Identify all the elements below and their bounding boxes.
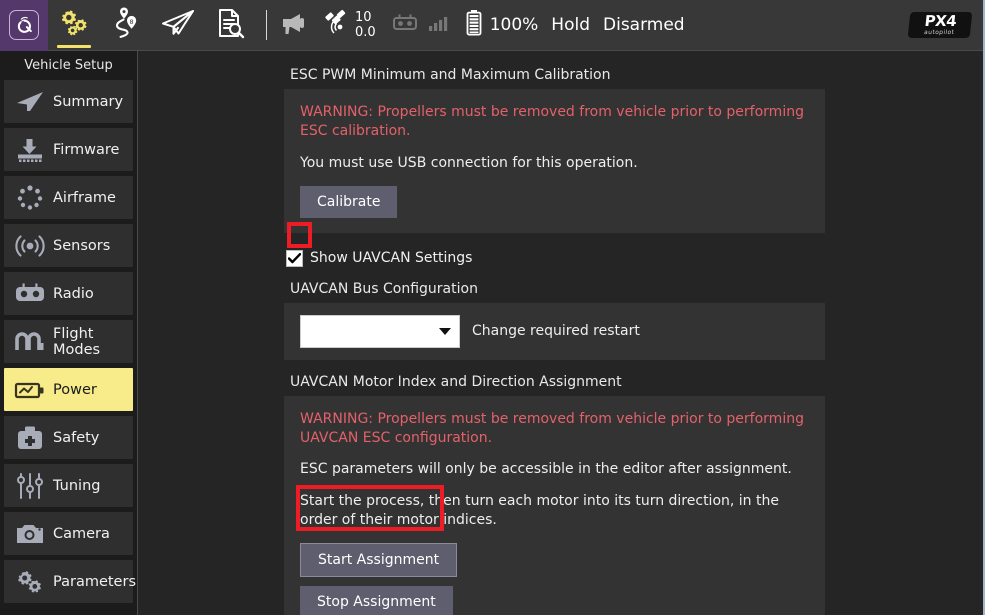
- toolbar-tab-fly[interactable]: [152, 0, 204, 51]
- rc-transmitter-icon: [392, 13, 418, 37]
- main-toolbar: 8: [0, 0, 983, 51]
- sidebar-item-airframe[interactable]: Airframe: [4, 176, 133, 219]
- qgroundcontrol-window: 8: [0, 0, 985, 615]
- toolbar-tab-analyze[interactable]: [204, 0, 256, 51]
- uavcan-bus-panel: Change required restart: [284, 303, 825, 360]
- show-uavcan-settings-label: Show UAVCAN Settings: [310, 250, 472, 266]
- battery-icon: [466, 9, 482, 41]
- signal-indicator[interactable]: [428, 0, 450, 51]
- flightmodes-icon: [13, 327, 47, 357]
- esc-section-title: ESC PWM Minimum and Maximum Calibration: [290, 67, 983, 83]
- toolbar-tab-plan[interactable]: 8: [100, 0, 152, 51]
- px4-logo-text: PX4: [924, 14, 957, 29]
- analyze-document-icon: [214, 7, 246, 43]
- motor-info-text-1: ESC parameters will only be accessible i…: [300, 460, 809, 479]
- gps-indicator[interactable]: 10 0.0: [323, 0, 376, 51]
- battery-percent: 100%: [490, 15, 539, 35]
- sidebar-item-parameters[interactable]: Parameters: [4, 560, 133, 603]
- sidebar-label-tuning: Tuning: [53, 478, 100, 494]
- gps-hdop: 0.0: [355, 26, 376, 40]
- gears-icon: [13, 567, 47, 597]
- signal-bars-icon: [428, 14, 450, 36]
- fly-paperplane-icon: [160, 8, 196, 42]
- sidebar-title: Vehicle Setup: [0, 55, 137, 80]
- sidebar-item-camera[interactable]: Camera: [4, 512, 133, 555]
- chevron-down-icon: [439, 328, 451, 335]
- vehicle-setup-sidebar: Vehicle Setup Summary Firmware: [0, 51, 138, 615]
- megaphone-icon: [279, 10, 309, 40]
- airframe-icon: [13, 183, 47, 213]
- gps-values: 10 0.0: [355, 11, 376, 39]
- toolbar-tab-settings[interactable]: [48, 0, 100, 51]
- sidebar-item-radio[interactable]: Radio: [4, 272, 133, 315]
- sidebar-item-firmware[interactable]: Firmware: [4, 128, 133, 171]
- sidebar-item-tuning[interactable]: Tuning: [4, 464, 133, 507]
- sidebar-label-sensors: Sensors: [53, 238, 110, 254]
- download-chip-icon: [13, 135, 47, 165]
- esc-info-text: You must use USB connection for this ope…: [300, 154, 809, 173]
- arm-state-label[interactable]: Disarmed: [603, 15, 685, 35]
- satellite-icon: [323, 9, 351, 41]
- px4-autopilot-logo: PX4 autopilot: [908, 12, 973, 38]
- sidebar-label-summary: Summary: [53, 94, 123, 110]
- sidebar-label-camera: Camera: [53, 526, 110, 542]
- sidebar-label-firmware: Firmware: [53, 142, 119, 158]
- checkmark-icon: [288, 253, 301, 264]
- sidebar-label-parameters: Parameters: [53, 574, 136, 590]
- battery-indicator[interactable]: 100%: [466, 0, 539, 51]
- flight-mode-label[interactable]: Hold: [551, 15, 590, 35]
- sliders-icon: [13, 471, 47, 501]
- motor-warning-text: WARNING: Propellers must be removed from…: [300, 410, 809, 448]
- bus-config-title: UAVCAN Bus Configuration: [290, 281, 983, 297]
- px4-logo-subtext: autopilot: [924, 30, 955, 36]
- radio-icon: [13, 279, 47, 309]
- sidebar-item-power[interactable]: Power: [4, 368, 133, 411]
- qgroundcontrol-logo-icon: [9, 10, 39, 40]
- show-uavcan-settings-checkbox[interactable]: [286, 250, 303, 267]
- sidebar-label-flight-modes: Flight Modes: [53, 326, 133, 358]
- sensors-icon: [13, 231, 47, 261]
- stop-assignment-button[interactable]: Stop Assignment: [300, 586, 453, 615]
- sidebar-item-summary[interactable]: Summary: [4, 80, 133, 123]
- sidebar-item-flight-modes[interactable]: Flight Modes: [4, 320, 133, 363]
- uavcan-motor-panel: WARNING: Propellers must be removed from…: [284, 396, 825, 615]
- sidebar-label-safety: Safety: [53, 430, 99, 446]
- camera-icon: [13, 519, 47, 549]
- gps-satellite-count: 10: [355, 11, 376, 25]
- app-logo-button[interactable]: [0, 0, 48, 51]
- uavcan-bus-dropdown[interactable]: [300, 315, 460, 348]
- esc-warning-text: WARNING: Propellers must be removed from…: [300, 103, 809, 141]
- safety-kit-icon: [13, 423, 47, 453]
- start-assignment-button[interactable]: Start Assignment: [300, 543, 457, 577]
- paperplane-icon: [13, 87, 47, 117]
- rc-indicator[interactable]: [392, 0, 418, 51]
- sidebar-item-sensors[interactable]: Sensors: [4, 224, 133, 267]
- sidebar-item-safety[interactable]: Safety: [4, 416, 133, 459]
- plan-waypoints-icon: 8: [109, 7, 143, 43]
- battery-power-icon: [13, 375, 47, 405]
- show-uavcan-settings-row[interactable]: Show UAVCAN Settings: [286, 250, 983, 267]
- calibrate-button[interactable]: Calibrate: [300, 186, 397, 218]
- motor-section-title: UAVCAN Motor Index and Direction Assignm…: [290, 374, 983, 390]
- sidebar-label-radio: Radio: [53, 286, 94, 302]
- toolbar-separator: [266, 10, 267, 40]
- sidebar-label-airframe: Airframe: [53, 190, 116, 206]
- sidebar-label-power: Power: [53, 382, 97, 398]
- message-indicator[interactable]: [279, 0, 309, 51]
- bus-config-note: Change required restart: [472, 323, 640, 339]
- svg-text:8: 8: [130, 18, 134, 26]
- motor-info-text-2: Start the process, then turn each motor …: [300, 492, 809, 530]
- esc-calibration-panel: WARNING: Propellers must be removed from…: [284, 89, 825, 233]
- settings-gears-icon: [57, 8, 91, 42]
- bus-config-row: Change required restart: [300, 315, 809, 348]
- power-setup-content: ESC PWM Minimum and Maximum Calibration …: [139, 51, 983, 615]
